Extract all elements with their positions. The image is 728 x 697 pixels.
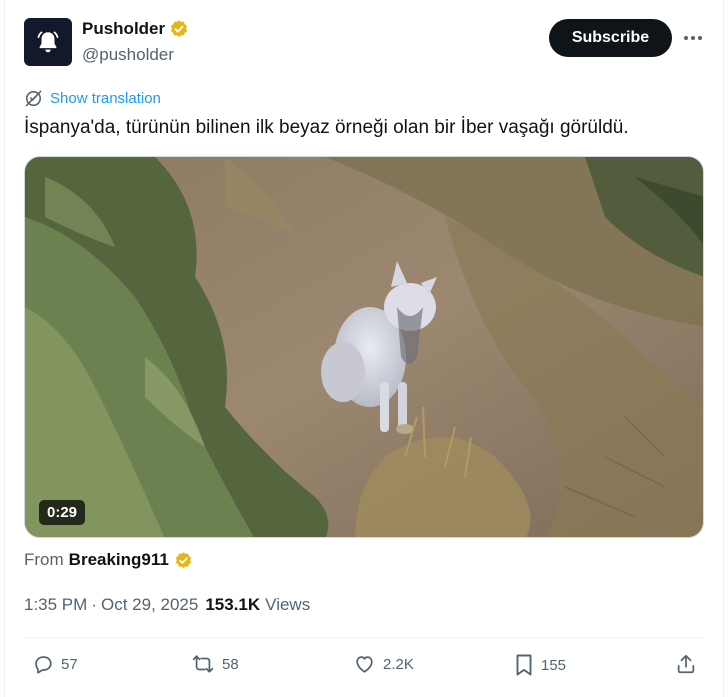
share-icon xyxy=(677,654,695,674)
tweet-meta: 1:35 PM · Oct 29, 2025 153.1K Views xyxy=(24,595,310,615)
show-translation-label: Show translation xyxy=(50,90,161,107)
translate-icon xyxy=(25,90,42,107)
tweet-text: İspanya'da, türünün bilinen ilk beyaz ör… xyxy=(24,117,629,138)
video-thumbnail xyxy=(25,157,703,537)
meta-separator: · xyxy=(91,595,97,614)
tweet-date[interactable]: Oct 29, 2025 xyxy=(101,595,198,615)
left-border xyxy=(4,0,5,697)
subscribe-button[interactable]: Subscribe xyxy=(549,19,672,57)
account-handle[interactable]: @pusholder xyxy=(82,45,174,65)
avatar[interactable] xyxy=(24,18,72,66)
bookmark-count: 155 xyxy=(541,656,567,674)
repost-count: 58 xyxy=(222,655,239,673)
bookmark-icon xyxy=(516,654,532,676)
reply-icon xyxy=(35,656,52,674)
divider xyxy=(24,637,704,638)
like-count: 2.2K xyxy=(383,655,414,673)
right-border xyxy=(723,0,724,697)
reply-button[interactable]: 57 xyxy=(32,653,78,675)
verified-badge-icon xyxy=(171,20,188,37)
views-label: Views xyxy=(265,595,311,614)
account-name-row[interactable]: Pusholder xyxy=(82,19,189,39)
video-duration: 0:29 xyxy=(39,500,86,525)
show-translation-link[interactable]: Show translation xyxy=(24,89,161,108)
source-prefix: From xyxy=(24,550,64,569)
heart-icon xyxy=(356,656,373,673)
views-count: 153.1K xyxy=(205,595,261,614)
verified-badge-icon xyxy=(175,551,191,568)
repost-button[interactable]: 58 xyxy=(191,653,239,675)
account-name[interactable]: Pusholder xyxy=(82,19,165,39)
more-horizontal-icon xyxy=(684,36,702,40)
like-button[interactable]: 2.2K xyxy=(353,653,414,675)
reply-count: 57 xyxy=(61,655,78,673)
tweet-time[interactable]: 1:35 PM xyxy=(24,595,87,615)
source-account[interactable]: Breaking911 xyxy=(69,550,169,570)
bell-icon xyxy=(37,31,59,53)
bookmark-button[interactable]: 155 xyxy=(514,653,566,677)
source-attribution: From Breaking911 xyxy=(24,550,193,570)
more-options-button[interactable] xyxy=(680,26,706,50)
repost-icon xyxy=(192,655,214,673)
video-player[interactable]: 0:29 xyxy=(24,156,704,538)
share-button[interactable] xyxy=(675,653,697,675)
